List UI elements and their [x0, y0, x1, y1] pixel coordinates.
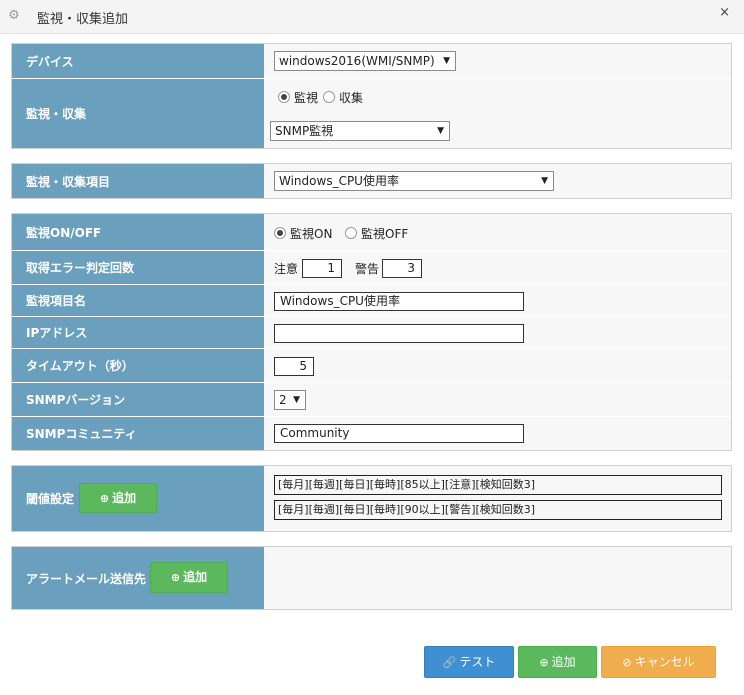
- community-input[interactable]: Community: [274, 424, 524, 443]
- ban-icon: ⊘: [622, 656, 632, 669]
- plus-circle-icon: ⊕: [170, 571, 181, 584]
- device-select[interactable]: windows2016(WMI/SNMP) ▼: [274, 51, 456, 71]
- radio-off-icon[interactable]: [323, 91, 335, 103]
- cancel-button-label: キャンセル: [634, 655, 695, 669]
- mode-select[interactable]: SNMP監視 ▼: [270, 121, 450, 141]
- add-button[interactable]: ⊕ 追加: [518, 646, 597, 678]
- test-button[interactable]: 🔗 テスト: [424, 646, 514, 678]
- name-label: 監視項目名: [12, 285, 264, 316]
- threshold-add-button[interactable]: ⊕ 追加: [79, 483, 157, 513]
- radio-on-label: 監視ON: [290, 227, 333, 241]
- onoff-label: 監視ON/OFF: [12, 214, 264, 250]
- alert-section: アラートメール送信先 ⊕ 追加: [11, 546, 732, 610]
- mode-select-value: SNMP監視: [275, 124, 334, 138]
- radio-off-icon[interactable]: [345, 227, 357, 239]
- radio-monitor[interactable]: 監視: [278, 89, 318, 106]
- item-select[interactable]: Windows_CPU使用率 ▼: [274, 171, 554, 191]
- threshold-row: 閾値設定 ⊕ 追加 [毎月][毎週][毎日][毎時][85以上][注意][検知回数…: [12, 466, 731, 531]
- item-section: 監視・収集項目 Windows_CPU使用率 ▼: [11, 163, 732, 199]
- snmpver-select-value: 2: [279, 393, 287, 407]
- radio-collect[interactable]: 収集: [323, 89, 363, 106]
- ip-row: IPアドレス: [12, 316, 731, 348]
- device-label: デバイス: [12, 44, 264, 78]
- name-row: 監視項目名 Windows_CPU使用率: [12, 284, 731, 316]
- radio-off-label: 監視OFF: [361, 227, 409, 241]
- add-button-label: 追加: [551, 655, 576, 669]
- caution-label: 注意: [274, 262, 299, 276]
- error-row: 取得エラー判定回数 注意 1 警告 3: [12, 250, 731, 284]
- test-button-label: テスト: [459, 655, 496, 669]
- threshold-label: 閾値設定: [26, 492, 75, 506]
- chevron-down-icon: ▼: [541, 176, 548, 186]
- caution-input[interactable]: 1: [302, 259, 342, 278]
- alert-row: アラートメール送信先 ⊕ 追加: [12, 547, 731, 609]
- warning-label: 警告: [355, 262, 380, 276]
- close-icon[interactable]: ×: [719, 5, 730, 20]
- radio-on-icon[interactable]: [278, 91, 290, 103]
- alert-add-button[interactable]: ⊕ 追加: [150, 562, 228, 593]
- item-row: 監視・収集項目 Windows_CPU使用率 ▼: [12, 164, 731, 198]
- plus-circle-icon: ⊕: [99, 492, 110, 505]
- chevron-down-icon: ▼: [437, 126, 444, 136]
- link-icon: 🔗: [442, 656, 457, 669]
- item-label: 監視・収集項目: [12, 164, 264, 198]
- threshold-entry[interactable]: [毎月][毎週][毎日][毎時][90以上][警告][検知回数3]: [274, 500, 722, 520]
- alert-label: アラートメール送信先: [26, 571, 147, 586]
- snmpver-row: SNMPバージョン 2 ▼: [12, 382, 731, 416]
- threshold-entry[interactable]: [毎月][毎週][毎日][毎時][85以上][注意][検知回数3]: [274, 475, 722, 495]
- radio-on-icon[interactable]: [274, 227, 286, 239]
- radio-collect-label: 収集: [339, 91, 364, 105]
- chevron-down-icon: ▼: [293, 395, 300, 405]
- onoff-row: 監視ON/OFF 監視ON 監視OFF: [12, 214, 731, 250]
- mode-row: 監視・収集 監視 収集 SNMP監視 ▼: [12, 78, 731, 148]
- name-input[interactable]: Windows_CPU使用率: [274, 292, 524, 311]
- community-row: SNMPコミュニティ Community: [12, 416, 731, 450]
- snmpver-label: SNMPバージョン: [12, 383, 264, 416]
- threshold-label-cell: 閾値設定 ⊕ 追加: [12, 466, 264, 531]
- snmpver-select[interactable]: 2 ▼: [274, 390, 306, 410]
- timeout-input[interactable]: 5: [274, 357, 314, 376]
- radio-off[interactable]: 監視OFF: [345, 225, 408, 242]
- device-select-value: windows2016(WMI/SNMP): [279, 54, 435, 68]
- timeout-row: タイムアウト（秒） 5: [12, 348, 731, 382]
- threshold-add-label: 追加: [112, 491, 137, 505]
- mode-label: 監視・収集: [12, 79, 264, 148]
- dialog-title: 監視・収集追加: [37, 12, 129, 27]
- timeout-label: タイムアウト（秒）: [12, 349, 264, 382]
- chevron-down-icon: ▼: [443, 56, 450, 66]
- alert-label-cell: アラートメール送信先 ⊕ 追加: [12, 547, 264, 609]
- plus-circle-icon: ⊕: [539, 656, 549, 669]
- warning-input[interactable]: 3: [382, 259, 422, 278]
- radio-on[interactable]: 監視ON: [274, 225, 332, 242]
- gear-icon: ⚙: [8, 8, 20, 23]
- ip-label: IPアドレス: [12, 317, 264, 348]
- error-label: 取得エラー判定回数: [12, 251, 264, 284]
- ip-input[interactable]: [274, 324, 524, 343]
- settings-section: 監視ON/OFF 監視ON 監視OFF 取得エラー判定回数 注意 1 警告 3 …: [11, 213, 732, 451]
- device-row: デバイス windows2016(WMI/SNMP) ▼: [12, 44, 731, 78]
- cancel-button[interactable]: ⊘ キャンセル: [601, 646, 716, 678]
- device-section: デバイス windows2016(WMI/SNMP) ▼ 監視・収集 監視 収集 …: [11, 43, 732, 149]
- radio-monitor-label: 監視: [294, 91, 319, 105]
- community-label: SNMPコミュニティ: [12, 417, 264, 450]
- dialog-titlebar: ⚙ 監視・収集追加 ×: [0, 0, 744, 34]
- item-select-value: Windows_CPU使用率: [279, 174, 399, 188]
- threshold-section: 閾値設定 ⊕ 追加 [毎月][毎週][毎日][毎時][85以上][注意][検知回数…: [11, 465, 732, 532]
- alert-add-label: 追加: [183, 570, 208, 584]
